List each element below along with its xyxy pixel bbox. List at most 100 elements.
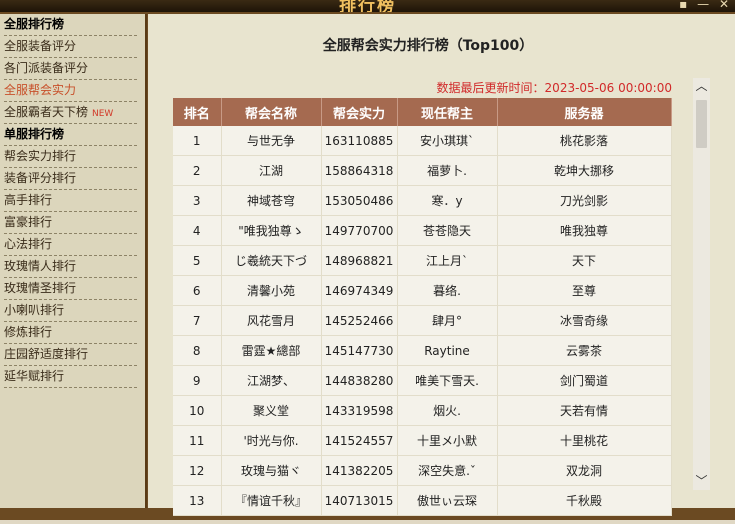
column-header: 帮会名称 xyxy=(221,98,322,126)
vertical-scrollbar[interactable]: ︿ ﹀ xyxy=(693,78,710,490)
table-body: 1 与世无争 163110885 安小琪琪` 桃花影落 2 江湖 158864318 福萝卜. 乾… xyxy=(173,126,672,516)
table-cell: 苍苍隐天 xyxy=(397,215,498,246)
sidebar-item-label: 各门派装备评分 xyxy=(4,61,89,75)
sidebar-item[interactable]: 装备评分排行 xyxy=(4,168,137,190)
column-header: 现任帮主 xyxy=(397,98,498,126)
window-titlebar: 排行榜 ▪ — ✕ xyxy=(0,0,735,12)
sidebar-item-label: 高手排行 xyxy=(4,193,53,207)
sidebar-item[interactable]: 小喇叭排行 xyxy=(4,300,137,322)
table-row: 6 清馨小苑 146974349 暮络. 至尊 xyxy=(173,275,672,306)
table-row: 4 "唯我独尊ゝ 149770700 苍苍隐天 唯我独尊 xyxy=(173,215,672,246)
table-cell: 144838280 xyxy=(321,365,398,396)
sidebar-item-label: 全服排行榜 xyxy=(4,17,65,31)
sidebar-item[interactable]: 心法排行 xyxy=(4,234,137,256)
close-icon[interactable]: ✕ xyxy=(719,0,729,11)
window-bottom-border xyxy=(0,520,735,524)
sidebar-item[interactable]: 高手排行 xyxy=(4,190,137,212)
column-header: 帮会实力 xyxy=(321,98,398,126)
sidebar-item[interactable]: 帮会实力排行 xyxy=(4,146,137,168)
table-cell: 143319598 xyxy=(321,395,398,426)
table-cell: 10 xyxy=(173,395,222,426)
table-cell: 4 xyxy=(173,215,222,246)
window-controls: ▪ — ✕ xyxy=(673,0,729,11)
pin-icon[interactable]: ▪ xyxy=(679,0,687,11)
sidebar-item-label: 小喇叭排行 xyxy=(4,303,65,317)
sidebar-item-label: 全服霸者天下榜 xyxy=(4,105,89,119)
sidebar-item-label: 修炼排行 xyxy=(4,325,53,339)
sidebar-item[interactable]: 全服霸者天下榜 NEW xyxy=(4,102,137,124)
sidebar-item[interactable]: 全服帮会实力 xyxy=(4,80,137,102)
sidebar: 全服排行榜全服装备评分 各门派装备评分 全服帮会实力全服霸者天下榜 NEW 单服排行榜帮… xyxy=(0,14,147,508)
sidebar-item[interactable]: 修炼排行 xyxy=(4,322,137,344)
sidebar-item[interactable]: 富豪排行 xyxy=(4,212,137,234)
table-cell: 寒．y xyxy=(397,185,498,216)
sidebar-item[interactable]: 延华赋排行 xyxy=(4,366,137,388)
table-cell: Raytine xyxy=(397,335,498,366)
table-cell: 福萝卜. xyxy=(397,155,498,186)
table-row: 9 江湖梦、 144838280 唯美下雪天. 剑门蜀道 xyxy=(173,365,672,396)
table-cell: 163110885 xyxy=(321,126,398,156)
sidebar-item[interactable]: 玫瑰情圣排行 xyxy=(4,278,137,300)
table-cell: 十里メ小默 xyxy=(397,425,498,456)
table-cell: 145252466 xyxy=(321,305,398,336)
table-cell: 千秋殿 xyxy=(497,485,672,516)
sidebar-item-label: 全服装备评分 xyxy=(4,39,77,53)
table-cell: 天若有情 xyxy=(497,395,672,426)
sidebar-item[interactable]: 庄园舒适度排行 xyxy=(4,344,137,366)
table-row: 5 じ羲統天下づ 148968821 江上月` 天下 xyxy=(173,245,672,276)
table-cell: 风花雪月 xyxy=(221,305,322,336)
table-cell: 肆月° xyxy=(397,305,498,336)
ranking-table: 排名 帮会名称 帮会实力 现任帮主 服务器 1 与世无争 163110885 安小琪琪` 桃花影… xyxy=(173,98,672,516)
table-cell: 十里桃花 xyxy=(497,425,672,456)
scroll-up-icon[interactable]: ︿ xyxy=(693,78,710,95)
table-cell: 141524557 xyxy=(321,425,398,456)
sidebar-section-heading: 单服排行榜 xyxy=(4,124,137,146)
table-cell: 6 xyxy=(173,275,222,306)
table-cell: 江上月` xyxy=(397,245,498,276)
table-cell: 冰雪奇缘 xyxy=(497,305,672,336)
table-cell: 145147730 xyxy=(321,335,398,366)
table-row: 2 江湖 158864318 福萝卜. 乾坤大挪移 xyxy=(173,155,672,186)
sidebar-section-heading: 全服排行榜 xyxy=(4,14,137,36)
table-cell: 桃花影落 xyxy=(497,126,672,156)
table-cell: 2 xyxy=(173,155,222,186)
sidebar-item-label: 全服帮会实力 xyxy=(4,83,77,97)
table-cell: 聚义堂 xyxy=(221,395,322,426)
sidebar-item-label: 延华赋排行 xyxy=(4,369,65,383)
table-row: 1 与世无争 163110885 安小琪琪` 桃花影落 xyxy=(173,126,672,156)
last-updated-text: 数据最后更新时间：2023-05-06 00:00:00 xyxy=(436,81,672,95)
table-cell: 与世无争 xyxy=(221,126,322,156)
table-cell: 11 xyxy=(173,425,222,456)
sidebar-item-label: 单服排行榜 xyxy=(4,127,65,141)
table-cell: 148968821 xyxy=(321,245,398,276)
sidebar-item-label: 庄园舒适度排行 xyxy=(4,347,89,361)
minimize-icon[interactable]: — xyxy=(697,0,709,11)
table-cell: 8 xyxy=(173,335,222,366)
table-cell: 烟火. xyxy=(397,395,498,426)
table-cell: 12 xyxy=(173,455,222,486)
table-header-row: 排名 帮会名称 帮会实力 现任帮主 服务器 xyxy=(173,98,672,126)
table-cell: 唯美下雪天. xyxy=(397,365,498,396)
table-row: 3 神域苍穹 153050486 寒．y 刀光剑影 xyxy=(173,185,672,216)
table-row: 12 玫瑰与猫ヾ 141382205 深空失意.ˇ 双龙洞 xyxy=(173,455,672,486)
table-cell: 深空失意.ˇ xyxy=(397,455,498,486)
sidebar-item-label: 装备评分排行 xyxy=(4,171,77,185)
table-cell: 神域苍穹 xyxy=(221,185,322,216)
table-cell: 玫瑰与猫ヾ xyxy=(221,455,322,486)
table-cell: 158864318 xyxy=(321,155,398,186)
table-cell: 刀光剑影 xyxy=(497,185,672,216)
sidebar-item[interactable]: 全服装备评分 xyxy=(4,36,137,58)
table-cell: 乾坤大挪移 xyxy=(497,155,672,186)
scroll-down-icon[interactable]: ﹀ xyxy=(693,473,710,490)
sidebar-item[interactable]: 玫瑰情人排行 xyxy=(4,256,137,278)
column-header: 排名 xyxy=(173,98,222,126)
table-cell: 安小琪琪` xyxy=(397,126,498,156)
table-cell: 7 xyxy=(173,305,222,336)
table-row: 8 雷霆★總部 145147730 Raytine 云雾茶 xyxy=(173,335,672,366)
table-cell: 149770700 xyxy=(321,215,398,246)
sidebar-item-label: 帮会实力排行 xyxy=(4,149,77,163)
scroll-thumb[interactable] xyxy=(696,100,707,148)
column-header: 服务器 xyxy=(497,98,672,126)
sidebar-item[interactable]: 各门派装备评分 xyxy=(4,58,137,80)
sidebar-item-label: 心法排行 xyxy=(4,237,53,251)
